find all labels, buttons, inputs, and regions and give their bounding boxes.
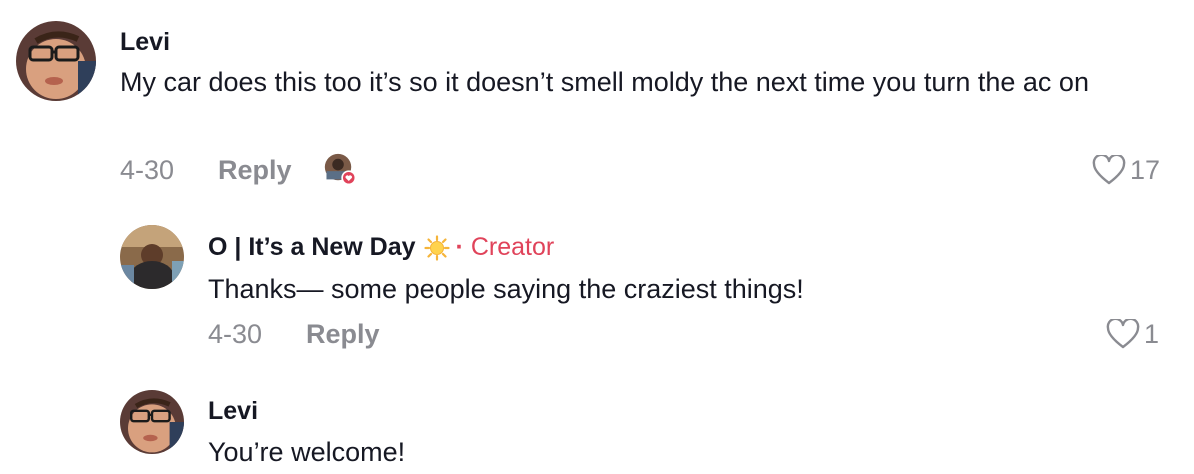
comment-username[interactable]: Levi [120, 27, 170, 57]
reply-username[interactable]: Levi [208, 396, 258, 426]
avatar[interactable] [120, 390, 184, 454]
creator-name[interactable]: O | It’s a New Day [208, 233, 416, 261]
reply-username: O | It’s a New Day · Creator [208, 232, 554, 262]
avatar[interactable] [120, 225, 184, 289]
reply-button[interactable]: Reply [306, 318, 380, 350]
reply-creator: O | It’s a New Day · Creator Thanks— som… [0, 200, 1194, 370]
sun-emoji-icon [423, 235, 450, 261]
reply-button[interactable]: Reply [218, 154, 292, 186]
reply-text: Thanks— some people saying the craziest … [208, 274, 804, 304]
creator-avatar-icon [324, 153, 357, 186]
heart-outline-icon [1092, 155, 1126, 185]
reply-text: You’re welcome! [208, 437, 406, 467]
creator-badge: Creator [470, 233, 555, 261]
creator-liked-indicator [324, 153, 357, 186]
reply-levi: Levi You’re welcome! [0, 370, 1194, 474]
reply-date: 4-30 [208, 319, 263, 349]
comment-text: My car does this too it’s so it doesn’t … [120, 67, 1089, 97]
avatar[interactable] [16, 21, 96, 101]
like-button[interactable]: 17 [1092, 154, 1160, 186]
comment-levi: Levi My car does this too it’s so it doe… [0, 0, 1194, 200]
like-count: 1 [1144, 319, 1160, 349]
heart-outline-icon [1106, 319, 1140, 349]
like-button[interactable]: 1 [1106, 318, 1159, 350]
comment-date: 4-30 [120, 155, 175, 185]
badge-separator: · [455, 233, 464, 261]
like-count: 17 [1130, 155, 1161, 185]
